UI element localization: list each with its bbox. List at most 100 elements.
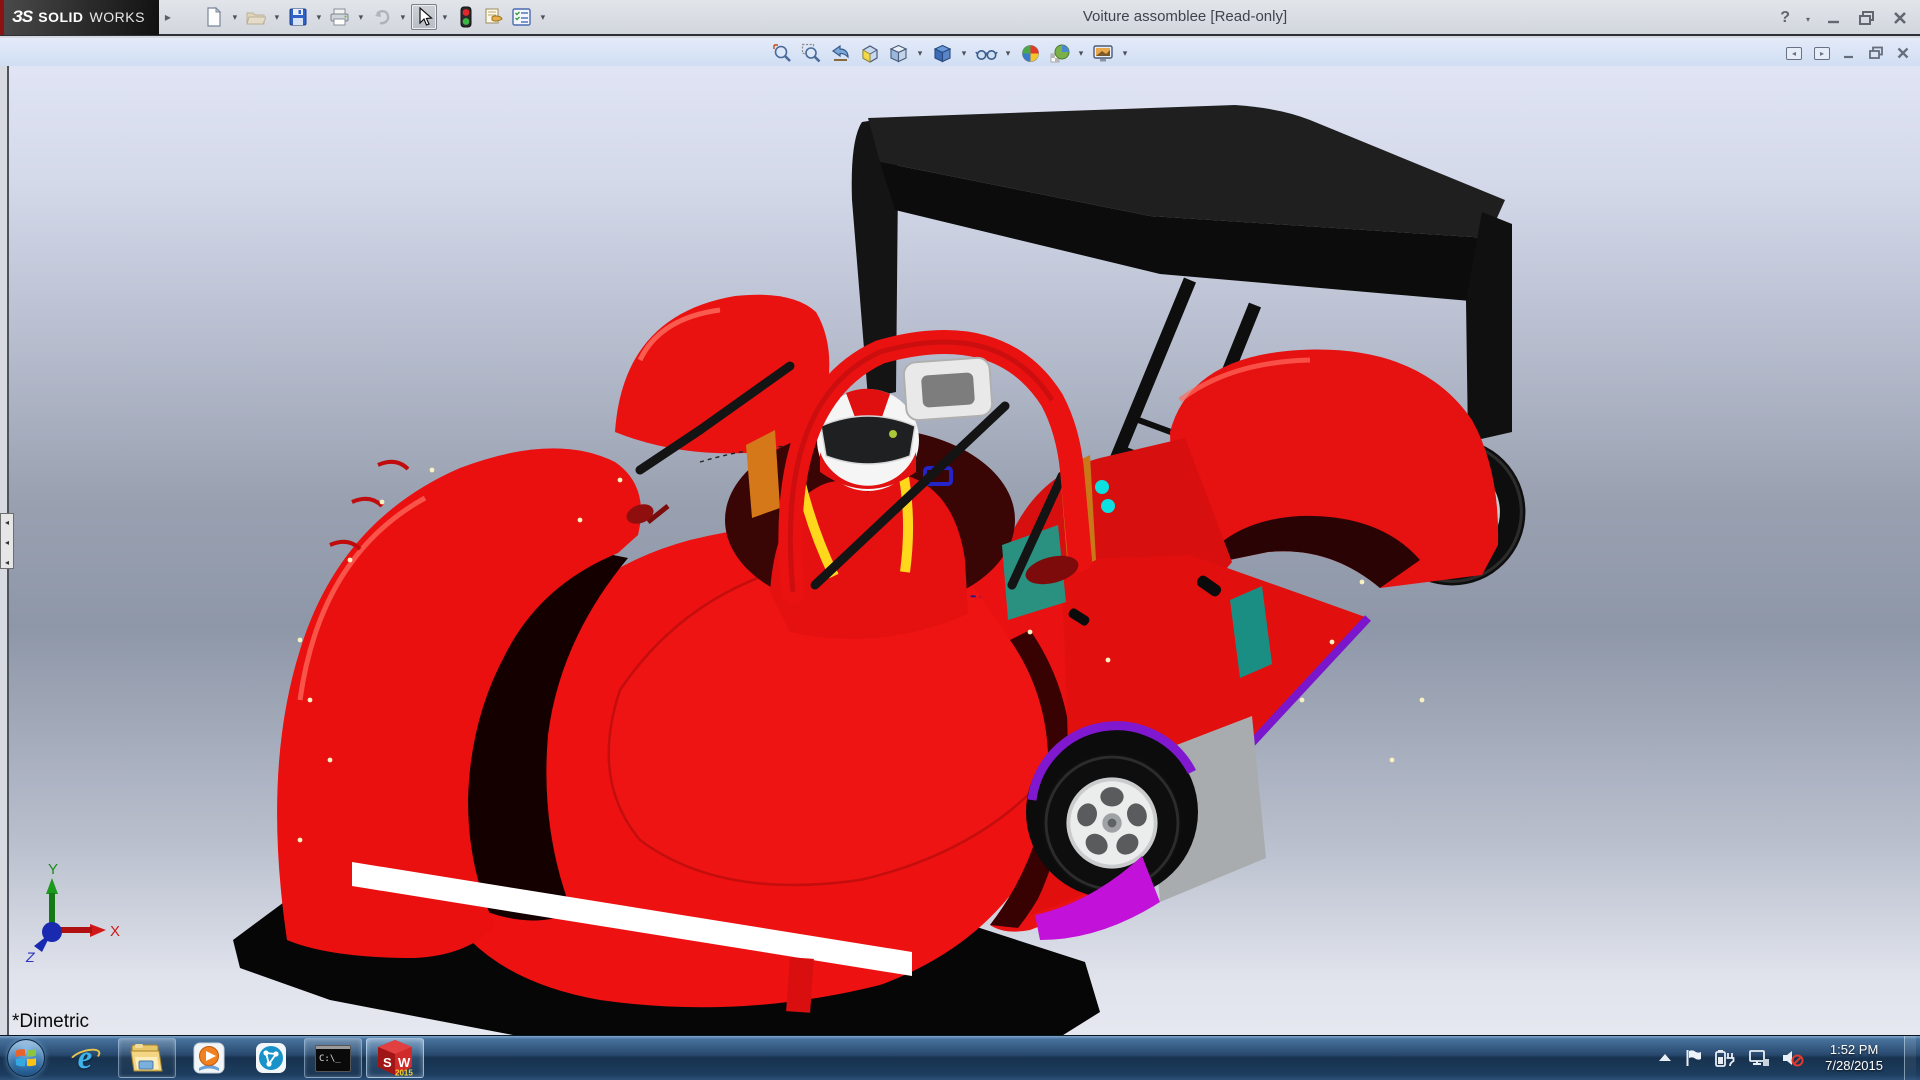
view-orientation-icon (888, 43, 909, 64)
traffic-light-icon (459, 6, 473, 28)
display-style-caret[interactable] (958, 40, 970, 66)
open-dropdown-caret[interactable] (271, 4, 283, 30)
document-window-controls: ◂ ▸ (1786, 38, 1910, 68)
taskbar-clock[interactable]: 1:52 PM 7/28/2015 (1817, 1042, 1891, 1074)
doc-restore-button[interactable] (1868, 46, 1884, 60)
heads-up-toolbar (769, 38, 1131, 68)
expand-right-pane-button[interactable]: ▸ (1814, 47, 1830, 60)
apply-scene-caret[interactable] (1075, 40, 1087, 66)
collapse-arrow-icon (5, 512, 9, 530)
apply-scene-icon (1049, 43, 1070, 64)
zoom-to-fit-button[interactable] (769, 40, 795, 66)
close-button[interactable] (1892, 10, 1908, 26)
orientation-triad[interactable]: Y X Z (18, 860, 128, 965)
logo-works: WORKS (90, 9, 145, 25)
doc-minimize-button[interactable] (1842, 46, 1856, 60)
help-dropdown-caret[interactable] (1806, 9, 1810, 27)
window-title: Voiture assomblee [Read-only] (1083, 8, 1287, 25)
menu-flyout-arrow-icon[interactable] (161, 6, 175, 28)
open-button[interactable] (243, 4, 269, 30)
command-prompt-icon: C:\_ (315, 1045, 351, 1072)
triad-y-label: Y (48, 861, 58, 878)
zoom-to-area-button[interactable] (798, 40, 824, 66)
system-tray: 1:52 PM 7/28/2015 (1658, 1036, 1920, 1080)
car-model[interactable] (0, 66, 1920, 1035)
save-button[interactable] (285, 4, 311, 30)
collapse-left-pane-button[interactable]: ◂ (1786, 47, 1802, 60)
undo-dropdown-caret[interactable] (397, 4, 409, 30)
internet-explorer-icon (68, 1041, 102, 1075)
intake-box (903, 357, 993, 421)
display-style-button[interactable] (929, 40, 955, 66)
save-dropdown-caret[interactable] (313, 4, 325, 30)
save-floppy-icon (288, 7, 308, 27)
rebuild-button[interactable] (453, 4, 479, 30)
feature-pane-collapsed-handle[interactable] (0, 513, 14, 569)
start-button[interactable] (0, 1036, 52, 1080)
hide-show-items-button[interactable] (973, 40, 999, 66)
taskbar-command-prompt[interactable]: C:\_ (304, 1038, 362, 1078)
taskbar-solidworks[interactable]: S W 2015 (366, 1038, 424, 1078)
svg-text:2015: 2015 (395, 1069, 413, 1078)
print-dropdown-caret[interactable] (355, 4, 367, 30)
solidworks-logo: ЗS SOLID WORKS (4, 0, 159, 35)
rear-left-wheel[interactable] (1042, 753, 1182, 893)
view-orientation-label: *Dimetric (12, 1011, 89, 1033)
restore-button[interactable] (1858, 10, 1876, 26)
show-desktop-button[interactable] (1904, 1036, 1916, 1080)
graphics-viewport[interactable]: Y X Z *Dimetric (0, 66, 1920, 1035)
taskbar-windows-explorer[interactable] (118, 1038, 176, 1078)
show-hidden-icons-button[interactable] (1658, 1053, 1672, 1063)
standard-toolbar (201, 4, 549, 30)
logo-glyph: ЗS (12, 7, 32, 27)
network-icon[interactable] (1748, 1049, 1769, 1067)
triad-x-label: X (110, 923, 120, 940)
taskbar-internet-explorer[interactable] (56, 1038, 114, 1078)
taskbar-items: C:\_ S W 2015 (56, 1038, 424, 1078)
volume-muted-icon[interactable] (1782, 1049, 1804, 1067)
folder-icon (129, 1043, 165, 1073)
options-button[interactable] (509, 4, 535, 30)
view-settings-button[interactable] (1090, 40, 1116, 66)
taskbar-media-player[interactable] (180, 1038, 238, 1078)
action-center-flag-icon[interactable] (1685, 1049, 1702, 1067)
view-orientation-button[interactable] (885, 40, 911, 66)
view-settings-caret[interactable] (1119, 40, 1131, 66)
power-battery-icon[interactable] (1715, 1049, 1735, 1067)
window-controls: ? (1780, 0, 1908, 36)
section-view-button[interactable] (856, 40, 882, 66)
logo-solid: SOLID (38, 9, 83, 25)
options-list-icon (511, 7, 532, 27)
display-style-icon (932, 43, 953, 64)
select-button[interactable] (411, 4, 437, 30)
clock-time: 1:52 PM (1825, 1042, 1883, 1058)
minimize-button[interactable] (1826, 10, 1842, 26)
undo-button[interactable] (369, 4, 395, 30)
select-dropdown-caret[interactable] (439, 4, 451, 30)
undo-icon (372, 7, 392, 27)
apply-scene-button[interactable] (1046, 40, 1072, 66)
edit-appearance-button[interactable] (1017, 40, 1043, 66)
previous-view-icon (830, 43, 851, 64)
appearance-ball-icon (1020, 43, 1041, 64)
view-orientation-caret[interactable] (914, 40, 926, 66)
help-button[interactable]: ? (1780, 9, 1790, 27)
title-bar: ЗS SOLID WORKS (0, 0, 1920, 36)
collapse-arrow-icon (5, 532, 9, 550)
solidworks-app-icon: S W 2015 (375, 1039, 415, 1077)
section-view-icon (859, 43, 880, 64)
print-button[interactable] (327, 4, 353, 30)
windows-taskbar: C:\_ S W 2015 (0, 1035, 1920, 1080)
collapse-arrow-icon (5, 552, 9, 570)
file-properties-button[interactable] (481, 4, 507, 30)
taskbar-branch-app[interactable] (242, 1038, 300, 1078)
new-document-button[interactable] (201, 4, 227, 30)
branch-app-icon (255, 1042, 287, 1074)
doc-close-button[interactable] (1896, 46, 1910, 60)
hide-show-caret[interactable] (1002, 40, 1014, 66)
options-dropdown-caret[interactable] (537, 4, 549, 30)
previous-view-button[interactable] (827, 40, 853, 66)
media-player-icon (193, 1042, 225, 1074)
new-dropdown-caret[interactable] (229, 4, 241, 30)
eyeglasses-icon (975, 43, 998, 64)
